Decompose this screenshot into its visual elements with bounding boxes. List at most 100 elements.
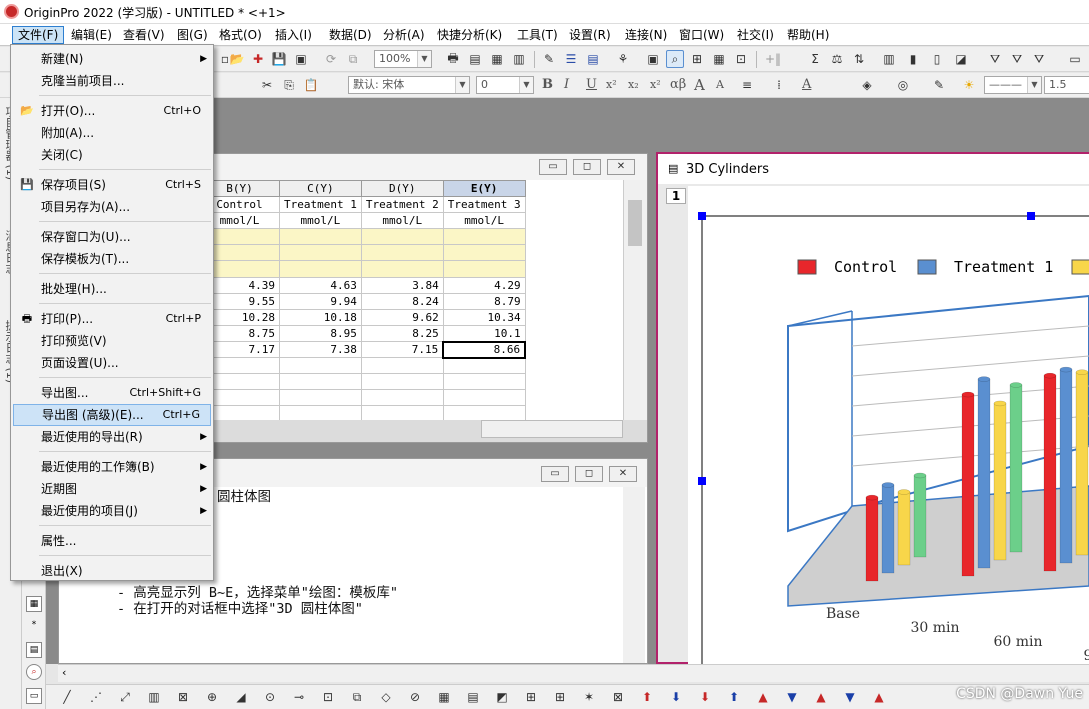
sort-icon[interactable]: ⇅ (850, 50, 868, 68)
column-chart-icon[interactable]: ▯ (928, 50, 946, 68)
empty-row-cell[interactable] (442, 389, 526, 406)
drawing-tool-icon[interactable]: ▲ (754, 688, 772, 706)
drawing-tool-icon[interactable]: ⬆ (638, 688, 656, 706)
drawing-tool-icon[interactable]: ▼ (783, 688, 801, 706)
long-name-row-cell[interactable]: Treatment 1 (279, 196, 362, 213)
layer-indicator[interactable]: 1 (666, 188, 686, 204)
empty-row-cell[interactable] (279, 405, 362, 420)
data-row-cell[interactable]: 9.62 (360, 309, 444, 326)
close-button[interactable]: ✕ (607, 159, 635, 175)
data-row-cell[interactable]: 10.34 (442, 309, 526, 326)
file-menu-item[interactable]: 近期图 ▶ (13, 478, 211, 500)
more-icon[interactable]: ▭ (1066, 50, 1084, 68)
supsub-button[interactable]: x² (650, 76, 661, 94)
area-chart-icon[interactable]: ◪ (952, 50, 970, 68)
menu-3[interactable]: 图(G) (172, 26, 213, 44)
open-icon[interactable]: 📂 (228, 50, 246, 68)
drawing-tool-icon[interactable]: ⧉ (348, 688, 366, 706)
greek-button[interactable]: αβ (670, 76, 686, 94)
menu-4[interactable]: 格式(O) (214, 26, 267, 44)
menu-7[interactable]: 分析(A) (378, 26, 430, 44)
sort-row-cell[interactable] (360, 260, 444, 278)
paste-icon[interactable]: 📋 (302, 76, 320, 94)
font-size-select[interactable]: 0 ▼ (476, 76, 534, 94)
data-row-cell[interactable]: 7.15 (360, 341, 444, 358)
sort-row-cell[interactable] (442, 260, 526, 278)
bar-chart-icon[interactable]: ▮ (904, 50, 922, 68)
drawing-tool-icon[interactable]: ⊠ (174, 688, 192, 706)
menu-10[interactable]: 设置(R) (564, 26, 616, 44)
empty-row-cell[interactable] (360, 357, 444, 374)
empty-row-cell[interactable] (360, 405, 444, 420)
notes-scrollbar[interactable] (623, 487, 645, 663)
file-menu-item[interactable]: 关闭(C) (13, 144, 211, 166)
menu-9[interactable]: 工具(T) (512, 26, 563, 44)
comments-row-cell[interactable] (360, 228, 444, 245)
drawing-tool-icon[interactable]: ✶ (580, 688, 598, 706)
copy-icon[interactable]: ⎘ (280, 76, 298, 94)
column-header-cell[interactable]: C(Y) (279, 180, 362, 197)
empty-row-cell[interactable] (360, 389, 444, 406)
zoom-select[interactable]: 100% ▼ (374, 50, 432, 68)
sort-row-cell[interactable] (279, 260, 362, 278)
align-icon[interactable]: ≡ (738, 76, 756, 94)
data-row-cell[interactable]: 8.95 (279, 325, 362, 342)
clear-filter-icon[interactable]: ⛛ (1008, 50, 1026, 68)
drawing-tool-icon[interactable]: ◢ (232, 688, 250, 706)
file-menu-item[interactable]: 新建(N) ▶ (13, 48, 211, 70)
increase-font-button[interactable]: A (694, 76, 705, 94)
line-width-select[interactable]: 1.5 (1044, 76, 1089, 94)
pattern-icon[interactable]: ◎ (894, 76, 912, 94)
drawing-tool-icon[interactable]: ⊞ (522, 688, 540, 706)
drawing-tool-icon[interactable]: ╱ (58, 688, 76, 706)
cut-icon[interactable]: ✂ (258, 76, 276, 94)
data-row-cell[interactable]: 8.66 (442, 340, 527, 359)
drawing-tool-icon[interactable]: ⊘ (406, 688, 424, 706)
histogram-icon[interactable]: ▥ (880, 50, 898, 68)
open-template-icon[interactable]: ✚ (249, 50, 267, 68)
command-window-icon[interactable]: ▤ (584, 50, 602, 68)
save-template-icon[interactable]: ▣ (292, 50, 310, 68)
menu-8[interactable]: 快捷分析(K) (432, 26, 507, 44)
menu-11[interactable]: 连接(N) (620, 26, 672, 44)
long-name-row-cell[interactable]: Treatment 2 (360, 196, 444, 213)
export-icon[interactable]: ▤ (466, 50, 484, 68)
file-menu-item[interactable]: 属性... (13, 530, 211, 552)
data-row-cell[interactable]: 8.25 (360, 325, 444, 342)
borders-icon[interactable]: ⁞ (770, 76, 788, 94)
drawing-tool-icon[interactable]: ⤢ (116, 688, 134, 706)
italic-button[interactable]: I (564, 76, 569, 94)
data-row-cell[interactable]: 9.94 (279, 293, 362, 310)
drawing-tool-icon[interactable]: ⊞ (551, 688, 569, 706)
drawing-tool-icon[interactable]: ▦ (435, 688, 453, 706)
empty-row-cell[interactable] (279, 357, 362, 374)
horizontal-scrollbar[interactable] (481, 420, 623, 438)
workspace-horizontal-scrollbar[interactable]: ‹ (58, 664, 1089, 682)
menu-1[interactable]: 编辑(E) (66, 26, 117, 44)
long-name-row-cell[interactable]: Treatment 3 (442, 196, 526, 213)
zoom-pan-icon[interactable]: ⌕ (26, 664, 42, 680)
drawing-tool-icon[interactable]: ⊸ (290, 688, 308, 706)
menu-12[interactable]: 窗口(W) (674, 26, 729, 44)
filter-row-cell[interactable] (442, 244, 526, 261)
comments-row-cell[interactable] (279, 228, 362, 245)
fill-color-icon[interactable]: ◈ (858, 76, 876, 94)
file-menu-item[interactable]: 批处理(H)... (13, 278, 211, 300)
empty-row-cell[interactable] (442, 357, 526, 374)
file-menu-item[interactable]: 保存窗口为(U)... (13, 226, 211, 248)
underline-button[interactable]: U (586, 76, 597, 94)
drawing-tool-icon[interactable]: ⊕ (203, 688, 221, 706)
decrease-font-button[interactable]: A (716, 76, 724, 94)
copy-page-icon[interactable]: ▦ (488, 50, 506, 68)
line-style-select[interactable]: ——— ▼ (984, 76, 1042, 94)
data-row-cell[interactable]: 8.24 (360, 293, 444, 310)
filter-options-icon[interactable]: ⛛ (1030, 50, 1048, 68)
menu-2[interactable]: 查看(V) (118, 26, 170, 44)
font-color-icon[interactable]: A (802, 76, 811, 94)
code-builder-icon[interactable]: ✎ (540, 50, 558, 68)
vertical-scrollbar[interactable] (623, 180, 647, 420)
file-menu-item[interactable]: 最近使用的项目(J) ▶ (13, 500, 211, 522)
add-column-icon[interactable]: +‖ (764, 50, 782, 68)
filter-row-cell[interactable] (360, 244, 444, 261)
file-menu-item[interactable]: 保存项目(S) 💾 Ctrl+S (13, 174, 211, 196)
